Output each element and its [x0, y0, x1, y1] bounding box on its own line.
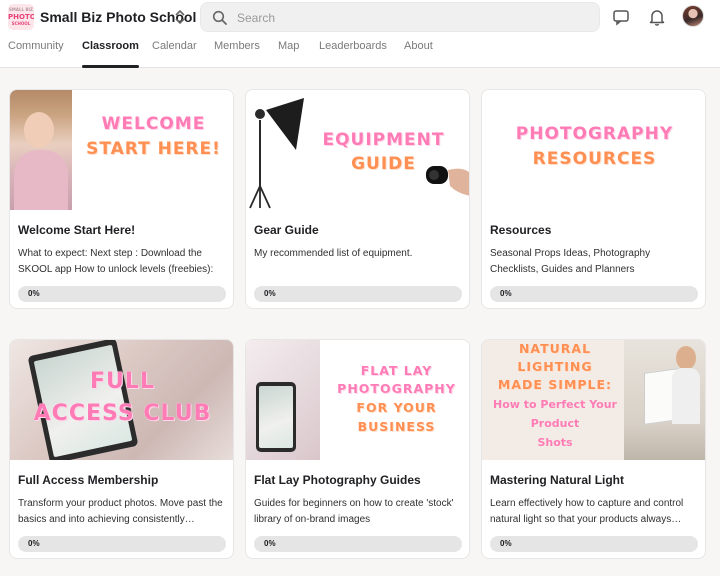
course-title: Welcome Start Here!: [18, 223, 136, 237]
course-card[interactable]: EQUIPMENT GUIDE Gear Guide My recommende…: [245, 89, 470, 309]
search-bar[interactable]: [200, 2, 600, 32]
group-logo[interactable]: SMALL BIZ PHOTO SCHOOL: [8, 4, 34, 30]
cover-text-line: FOR YOUR: [356, 400, 437, 415]
cover-subtext-line: Product: [530, 417, 580, 430]
chevron-updown-icon[interactable]: [172, 8, 188, 26]
progress-label: 0%: [500, 539, 512, 548]
progress-label: 0%: [28, 539, 40, 548]
course-card[interactable]: NATURAL LIGHTING MADE SIMPLE: How to Per…: [481, 339, 706, 559]
phone-photo: [27, 340, 139, 460]
progress-bar: 0%: [254, 536, 462, 552]
cover-text-line: PHOTOGRAPHY: [515, 124, 674, 144]
course-title: Resources: [490, 223, 552, 237]
tab-about[interactable]: About: [404, 40, 433, 68]
course-title: Full Access Membership: [18, 473, 159, 487]
course-title: Flat Lay Photography Guides: [254, 473, 421, 487]
course-cover-image: WELCOME START HERE!: [10, 90, 233, 210]
tab-calendar[interactable]: Calendar: [152, 40, 197, 68]
progress-bar: 0%: [254, 286, 462, 302]
search-icon: [212, 10, 227, 25]
cover-text-line: ACCESS CLUB: [33, 401, 212, 426]
softbox-light-icon: [249, 98, 304, 209]
chat-icon[interactable]: [612, 8, 630, 26]
course-card[interactable]: WELCOME START HERE! Welcome Start Here! …: [9, 89, 234, 309]
cover-text-line: FLAT LAY: [360, 363, 433, 378]
progress-bar: 0%: [490, 286, 698, 302]
cover-text-line: EQUIPMENT: [322, 130, 445, 150]
natural-light-photo: [624, 340, 705, 460]
course-card[interactable]: PHOTOGRAPHY RESOURCES Resources Seasonal…: [481, 89, 706, 309]
progress-label: 0%: [500, 289, 512, 298]
tab-leaderboards[interactable]: Leaderboards: [319, 40, 387, 68]
camera-lens-photo: [426, 166, 469, 196]
tab-community[interactable]: Community: [8, 40, 64, 68]
cover-subtext-line: Shots: [537, 436, 573, 449]
cover-text-line: FULL: [90, 369, 155, 394]
course-title: Gear Guide: [254, 223, 319, 237]
course-cover-image: FULL ACCESS CLUB: [10, 340, 233, 460]
course-title: Mastering Natural Light: [490, 473, 625, 487]
progress-bar: 0%: [18, 536, 226, 552]
logo-line-3: SCHOOL: [11, 21, 31, 26]
progress-label: 0%: [264, 289, 276, 298]
cover-text-line: MADE SIMPLE:: [497, 377, 613, 392]
cover-text-line: BUSINESS: [357, 419, 436, 434]
search-input[interactable]: [237, 8, 587, 28]
progress-bar: 0%: [18, 286, 226, 302]
cover-text-line: RESOURCES: [532, 149, 657, 169]
progress-label: 0%: [264, 539, 276, 548]
cover-text-line: WELCOME: [101, 114, 206, 134]
course-card[interactable]: FULL ACCESS CLUB Full Access Membership …: [9, 339, 234, 559]
cover-text-line: NATURAL: [518, 341, 592, 356]
course-cover-image: EQUIPMENT GUIDE: [246, 90, 469, 210]
cover-text-line: PHOTOGRAPHY: [337, 381, 456, 396]
cover-subtext-line: How to Perfect Your: [493, 398, 617, 411]
progress-label: 0%: [28, 289, 40, 298]
top-header: SMALL BIZ PHOTO SCHOOL Small Biz Photo S…: [0, 0, 720, 68]
course-description: Transform your product photos. Move past…: [18, 498, 223, 525]
tab-members[interactable]: Members: [214, 40, 260, 68]
course-description: Guides for beginners on how to create 's…: [254, 498, 454, 525]
user-avatar[interactable]: [682, 5, 704, 27]
course-cover-image: PHOTOGRAPHY RESOURCES: [482, 90, 705, 210]
progress-bar: 0%: [490, 536, 698, 552]
course-description: My recommended list of equipment.: [254, 248, 413, 259]
cover-text-line: LIGHTING: [517, 359, 593, 374]
portrait-photo: [10, 90, 72, 210]
cover-text-line: START HERE!: [86, 139, 221, 159]
logo-line-2: PHOTO: [8, 13, 34, 21]
course-description: Seasonal Props Ideas, Photography Checkl…: [490, 248, 651, 275]
flatlay-photo: [246, 340, 320, 460]
course-cover-image: NATURAL LIGHTING MADE SIMPLE: How to Per…: [482, 340, 705, 460]
course-card[interactable]: FLAT LAY PHOTOGRAPHY FOR YOUR BUSINESS F…: [245, 339, 470, 559]
logo-line-1: SMALL BIZ: [9, 7, 33, 12]
tab-map[interactable]: Map: [278, 40, 299, 68]
course-description: What to expect: Next step : Download the…: [18, 248, 214, 275]
bell-icon[interactable]: [648, 8, 666, 26]
tab-classroom[interactable]: Classroom: [82, 40, 139, 68]
course-description: Learn effectively how to capture and con…: [490, 498, 684, 525]
course-cover-image: FLAT LAY PHOTOGRAPHY FOR YOUR BUSINESS: [246, 340, 469, 460]
